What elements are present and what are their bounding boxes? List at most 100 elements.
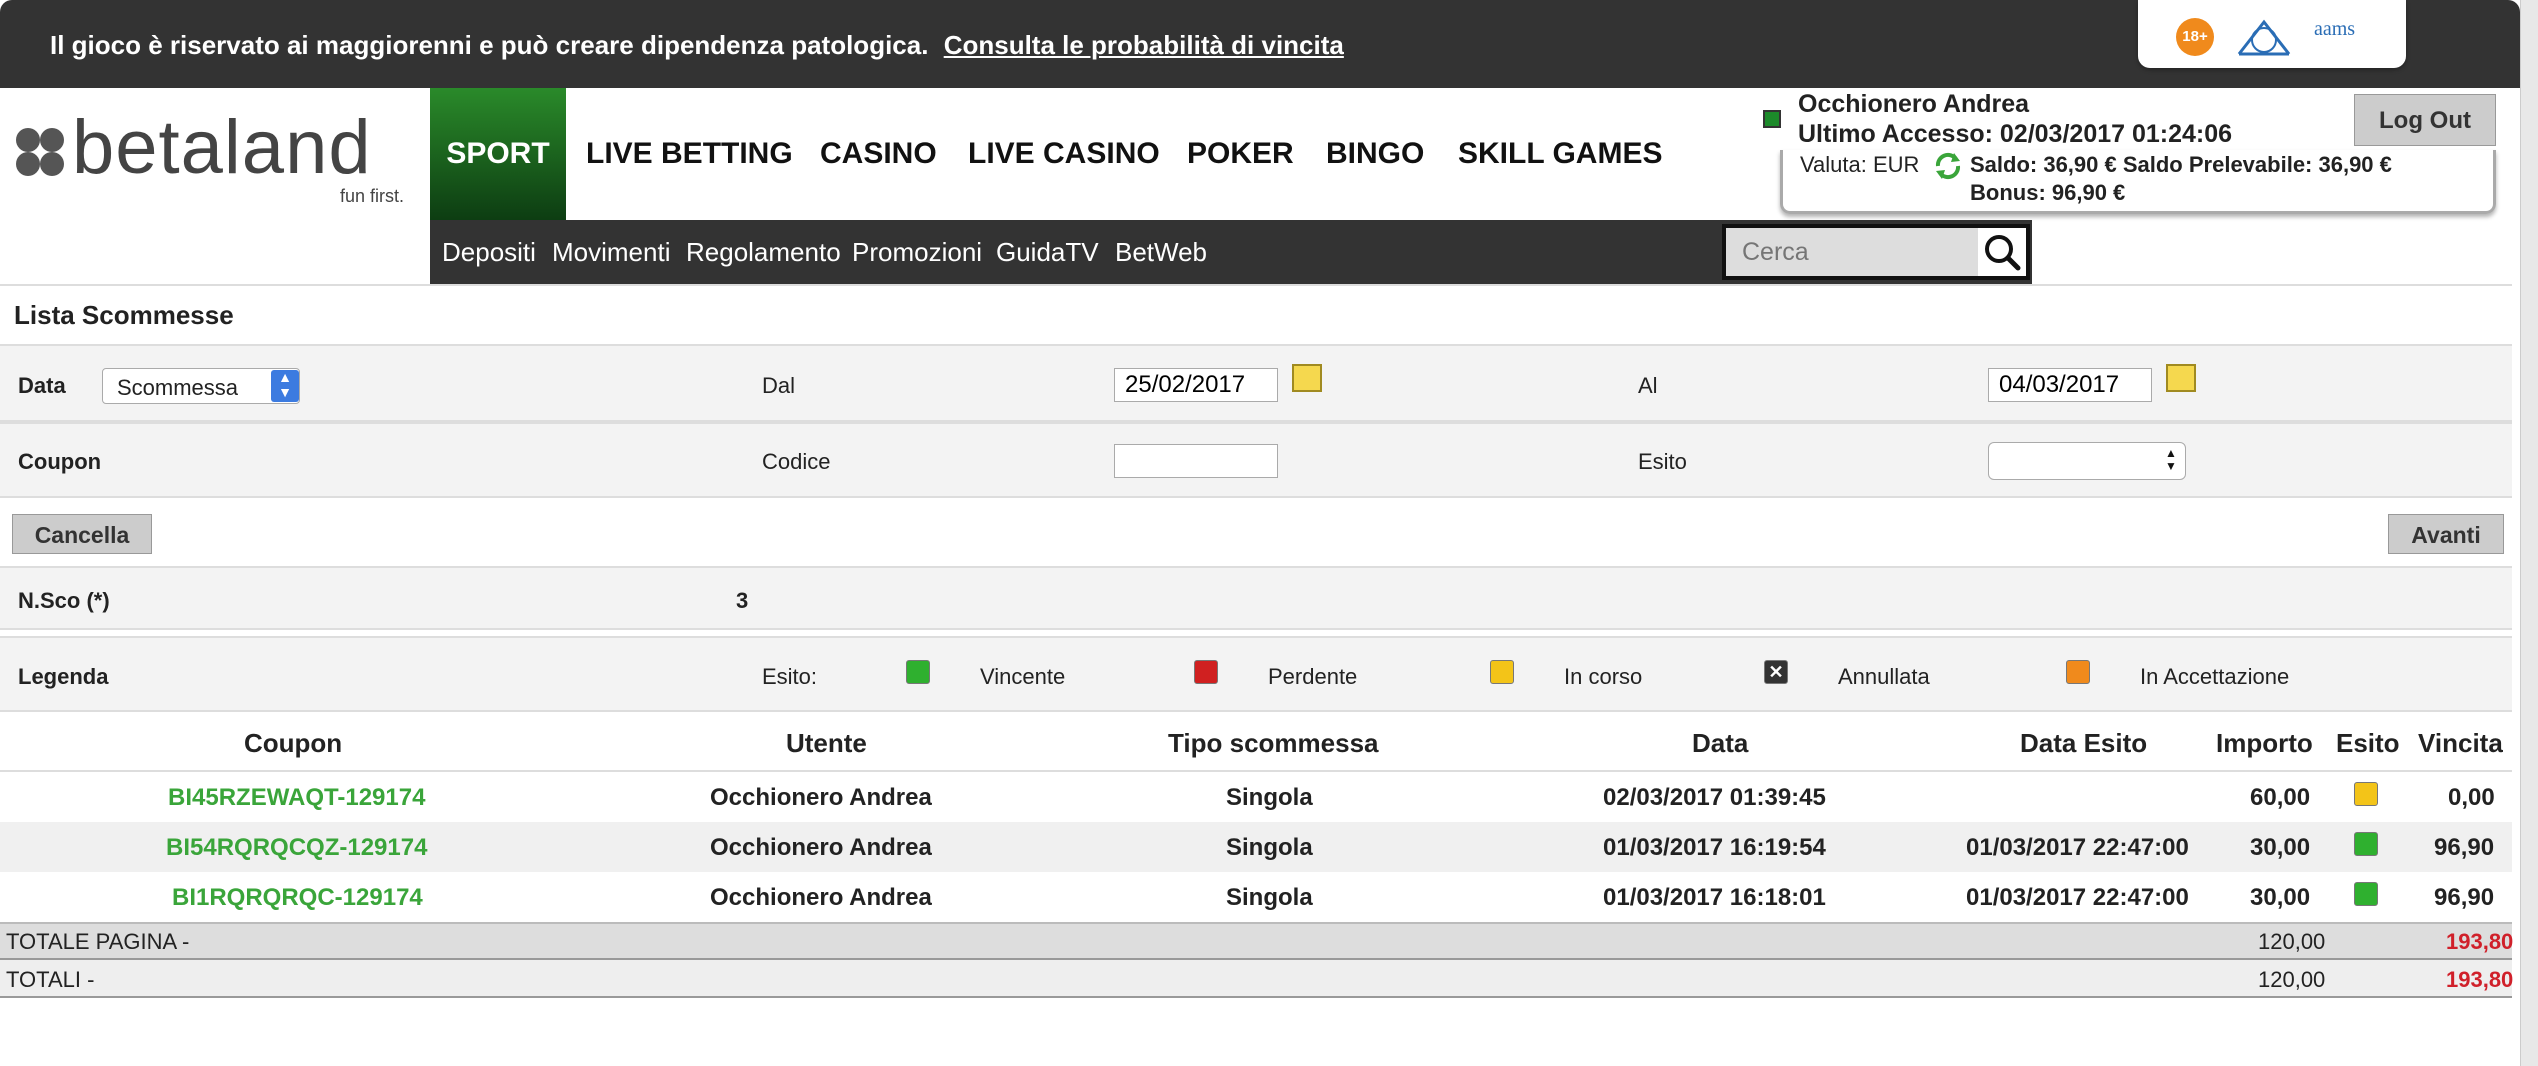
codice-label: Codice (762, 449, 831, 474)
cancel-button[interactable]: Cancella (12, 514, 152, 554)
col-header-data-esito[interactable]: Data Esito (2020, 728, 2147, 759)
clover-icon (16, 128, 64, 176)
importo-cell: 30,00 (2250, 834, 2311, 861)
dal-date-input[interactable] (1114, 368, 1278, 402)
subnav-guidatv[interactable]: GuidaTV (996, 220, 1099, 284)
last-access: Ultimo Accesso: 02/03/2017 01:24:06 (1798, 120, 2233, 148)
col-header-utente[interactable]: Utente (786, 728, 867, 759)
grand-total-row (0, 960, 2512, 998)
data-type-select[interactable]: Scommessa ▲ ▼ (102, 368, 300, 404)
col-header-esito[interactable]: Esito (2336, 728, 2400, 759)
count-row (0, 566, 2512, 630)
gaming-authority-icon (2237, 19, 2291, 56)
search-icon (1985, 235, 2021, 271)
count-value: 3 (736, 588, 749, 613)
banner-text: Il gioco è riservato ai maggiorenni e pu… (50, 30, 1344, 61)
currency: Valuta: EUR (1800, 152, 1920, 177)
importo-cell: 30,00 (2250, 884, 2311, 911)
nav-poker[interactable]: POKER (1187, 88, 1294, 220)
col-header-tipo[interactable]: Tipo scommessa (1168, 728, 1379, 759)
grand-total-vincita: 193,80 (2446, 967, 2514, 992)
subnav-regolamento[interactable]: Regolamento (686, 220, 841, 284)
nav-bingo[interactable]: BINGO (1326, 88, 1424, 220)
age-18-label: 18+ (2182, 28, 2208, 45)
won-status-icon (2354, 882, 2378, 906)
nav-skill-games[interactable]: SKILL GAMES (1458, 88, 1662, 220)
bonus: Bonus: 96,90 € (1970, 180, 2126, 205)
pending-status-icon (1490, 660, 1514, 684)
tipo-cell: Singola (1226, 784, 1313, 811)
utente-cell: Occhionero Andrea (710, 884, 932, 911)
pending-status-icon (2354, 782, 2378, 806)
nav-casino[interactable]: CASINO (820, 88, 937, 220)
page-total-label: TOTALE PAGINA - (6, 929, 190, 954)
search-box (1722, 224, 2030, 280)
col-header-coupon[interactable]: Coupon (244, 728, 342, 759)
col-header-data[interactable]: Data (1692, 728, 1748, 759)
subnav-betweb[interactable]: BetWeb (1115, 220, 1207, 284)
divider (0, 284, 2512, 286)
coupon-link[interactable]: BI54RQRQCQZ-129174 (166, 834, 427, 862)
data-type-value: Scommessa (117, 375, 239, 400)
al-date-input[interactable] (1988, 368, 2152, 402)
banner-message: Il gioco è riservato ai maggiorenni e pu… (50, 30, 929, 60)
col-header-vincita[interactable]: Vincita (2418, 728, 2503, 759)
data-esito-cell: 01/03/2017 22:47:00 (1966, 884, 2189, 911)
odds-link[interactable]: Consulta le probabilità di vincita (944, 30, 1344, 60)
subnav-promozioni[interactable]: Promozioni (852, 220, 982, 284)
coupon-link[interactable]: BI1RQRQRQC-129174 (172, 884, 423, 912)
aams-label: aams (2314, 18, 2356, 40)
data-cell: 02/03/2017 01:39:45 (1603, 784, 1826, 811)
codice-input[interactable] (1114, 444, 1278, 478)
data-cell: 01/03/2017 16:18:01 (1603, 884, 1826, 911)
coupon-link[interactable]: BI45RZEWAQT-129174 (168, 784, 425, 812)
vincita-cell: 96,90 (2434, 834, 2495, 861)
col-header-importo[interactable]: Importo (2216, 728, 2313, 759)
legend-label: Legenda (18, 664, 109, 689)
nav-live-casino[interactable]: LIVE CASINO (968, 88, 1160, 220)
nav-live-betting[interactable]: LIVE BETTING (586, 88, 793, 220)
tipo-cell: Singola (1226, 834, 1313, 861)
grand-total-importo: 120,00 (2258, 967, 2326, 992)
nav-sport[interactable]: SPORT (430, 88, 566, 220)
user-name: Occhionero Andrea (1798, 90, 2030, 118)
grand-total-label: TOTALI - (6, 967, 95, 992)
vincita-cell: 0,00 (2448, 784, 2495, 811)
legend-accepting-label: In Accettazione (2140, 664, 2290, 689)
page-title: Lista Scommesse (14, 300, 234, 330)
calendar-icon[interactable] (1292, 364, 1322, 392)
subnav-depositi[interactable]: Depositi (442, 220, 536, 284)
tipo-cell: Singola (1226, 884, 1313, 911)
esito-select[interactable]: ▲ ▼ (1988, 442, 2186, 480)
page-total-row (0, 922, 2512, 960)
search-input[interactable] (1726, 228, 1976, 276)
data-esito-cell: 01/03/2017 22:47:00 (1966, 834, 2189, 861)
legend-won-label: Vincente (980, 664, 1066, 689)
age-18-icon: 18+ (2176, 18, 2214, 56)
brand-tagline: fun first. (340, 186, 405, 206)
utente-cell: Occhionero Andrea (710, 784, 932, 811)
vincita-cell: 96,90 (2434, 884, 2495, 911)
subnav-movimenti[interactable]: Movimenti (552, 220, 670, 284)
logout-button[interactable]: Log Out (2354, 94, 2496, 146)
lost-status-icon (1194, 660, 1218, 684)
aams-logo: aams (2314, 18, 2384, 56)
page-total-importo: 120,00 (2258, 929, 2326, 954)
refresh-balance-icon[interactable] (1932, 150, 1964, 182)
importo-cell: 60,00 (2250, 784, 2311, 811)
next-button[interactable]: Avanti (2388, 514, 2504, 554)
regulator-logos: 18+ aams (2138, 0, 2406, 68)
legend-pending-label: In corso (1564, 664, 1643, 689)
page-total-vincita: 193,80 (2446, 929, 2514, 954)
online-status-icon (1763, 110, 1781, 128)
search-button[interactable] (1978, 228, 2026, 276)
calendar-icon[interactable] (2166, 364, 2196, 392)
utente-cell: Occhionero Andrea (710, 834, 932, 861)
legend-lost-label: Perdente (1268, 664, 1358, 689)
select-arrows-icon: ▲ ▼ (271, 370, 299, 402)
balance: Saldo: 36,90 € Saldo Prelevabile: 36,90 … (1970, 152, 2392, 177)
legend-row (0, 636, 2512, 712)
legend-cancelled-label: Annullata (1838, 664, 1930, 689)
vertical-scrollbar[interactable] (2520, 0, 2538, 1066)
select-arrows-icon: ▲ ▼ (2165, 446, 2177, 473)
